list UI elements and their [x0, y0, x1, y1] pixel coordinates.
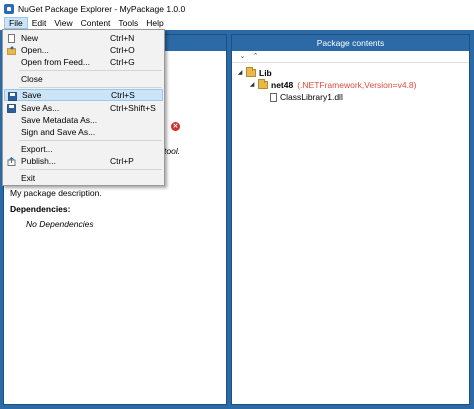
menu-separator	[19, 87, 162, 88]
menu-item-publish-shortcut: Ctrl+P	[110, 156, 134, 166]
menu-item-open-label: Open...	[21, 45, 49, 55]
publish-icon	[7, 157, 16, 166]
tree-framework-note: (.NETFramework,Version=v4.8)	[297, 80, 417, 90]
tree-node-dll[interactable]: ClassLibrary1.dll	[232, 91, 469, 103]
contents-tree: ◢ Lib ◢ net48 (.NETFramework,Version=v4.…	[232, 63, 469, 103]
menu-item-publish[interactable]: Publish... Ctrl+P	[4, 155, 163, 167]
caret-down-icon[interactable]: ◢	[248, 81, 256, 89]
nuget-app-icon	[4, 3, 14, 14]
open-folder-icon	[7, 46, 16, 55]
tree-label-dll: ClassLibrary1.dll	[280, 92, 343, 102]
menu-item-open-feed-label: Open from Feed...	[21, 57, 90, 67]
menu-item-new[interactable]: New Ctrl+N	[4, 32, 163, 44]
menu-edit[interactable]: Edit	[28, 17, 51, 29]
menu-item-exit[interactable]: Exit	[4, 172, 163, 184]
menu-item-close-label: Close	[21, 74, 43, 84]
menu-item-open-shortcut: Ctrl+O	[110, 45, 135, 55]
package-contents-pane: Package contents ⌄ ⌃ ◢ Lib ◢ net48 (.NET…	[231, 34, 470, 405]
menu-item-save-as[interactable]: Save As... Ctrl+Shift+S	[4, 102, 163, 114]
menu-item-open[interactable]: Open... Ctrl+O	[4, 44, 163, 56]
menu-item-save[interactable]: Save Ctrl+S	[4, 89, 163, 101]
menu-separator	[19, 140, 162, 141]
dependencies-value: No Dependencies	[26, 219, 94, 229]
menu-item-new-label: New	[21, 33, 39, 43]
file-menu-dropdown: New Ctrl+N Open... Ctrl+O Open from Feed…	[2, 29, 165, 186]
package-contents-title: Package contents	[232, 35, 469, 51]
menu-item-save-label: Save	[22, 90, 42, 100]
menu-item-exit-label: Exit	[21, 173, 36, 183]
tree-label-net48: net48	[271, 80, 294, 90]
folder-icon	[246, 67, 256, 77]
menu-item-save-as-label: Save As...	[21, 103, 60, 113]
package-description: My package description.	[10, 188, 102, 198]
menu-help[interactable]: Help	[142, 17, 167, 29]
menu-item-close[interactable]: Close	[4, 73, 163, 85]
tree-node-lib[interactable]: ◢ Lib	[232, 67, 469, 79]
tree-node-net48[interactable]: ◢ net48 (.NETFramework,Version=v4.8)	[232, 79, 469, 91]
expand-all-icon[interactable]: ⌄	[238, 52, 247, 61]
error-icon: ✕	[171, 122, 180, 131]
save-icon	[8, 92, 17, 101]
menu-item-export-label: Export...	[21, 144, 53, 154]
menu-item-save-metadata[interactable]: Save Metadata As...	[4, 114, 163, 126]
menu-tools[interactable]: Tools	[114, 17, 142, 29]
contents-toolbar: ⌄ ⌃	[232, 51, 469, 63]
tool-text: tool.	[164, 146, 181, 156]
menu-separator	[19, 169, 162, 170]
menu-item-save-shortcut: Ctrl+S	[111, 90, 135, 100]
menu-item-sign-and-save[interactable]: Sign and Save As...	[4, 126, 163, 138]
menu-bar: File Edit View Content Tools Help	[0, 17, 474, 29]
menu-item-save-metadata-label: Save Metadata As...	[21, 115, 98, 125]
menu-file[interactable]: File	[4, 17, 28, 29]
dependencies-label: Dependencies:	[10, 204, 71, 214]
menu-item-new-shortcut: Ctrl+N	[110, 33, 135, 43]
tree-label-lib: Lib	[259, 68, 272, 78]
menu-separator	[19, 70, 162, 71]
menu-item-sign-save-label: Sign and Save As...	[21, 127, 96, 137]
new-file-icon	[8, 34, 15, 43]
menu-item-open-from-feed[interactable]: Open from Feed... Ctrl+G	[4, 56, 163, 68]
menu-item-publish-label: Publish...	[21, 156, 56, 166]
menu-view[interactable]: View	[50, 17, 76, 29]
file-icon	[270, 92, 277, 102]
save-as-icon	[7, 104, 16, 113]
menu-content[interactable]: Content	[77, 17, 115, 29]
folder-icon	[258, 79, 268, 89]
window-title: NuGet Package Explorer - MyPackage 1.0.0	[18, 3, 186, 14]
menu-item-save-as-shortcut: Ctrl+Shift+S	[110, 103, 156, 113]
caret-down-icon[interactable]: ◢	[236, 69, 244, 77]
collapse-all-icon[interactable]: ⌃	[251, 52, 260, 61]
menu-item-open-feed-shortcut: Ctrl+G	[110, 57, 135, 67]
title-bar: NuGet Package Explorer - MyPackage 1.0.0	[0, 0, 474, 17]
menu-item-export[interactable]: Export...	[4, 143, 163, 155]
